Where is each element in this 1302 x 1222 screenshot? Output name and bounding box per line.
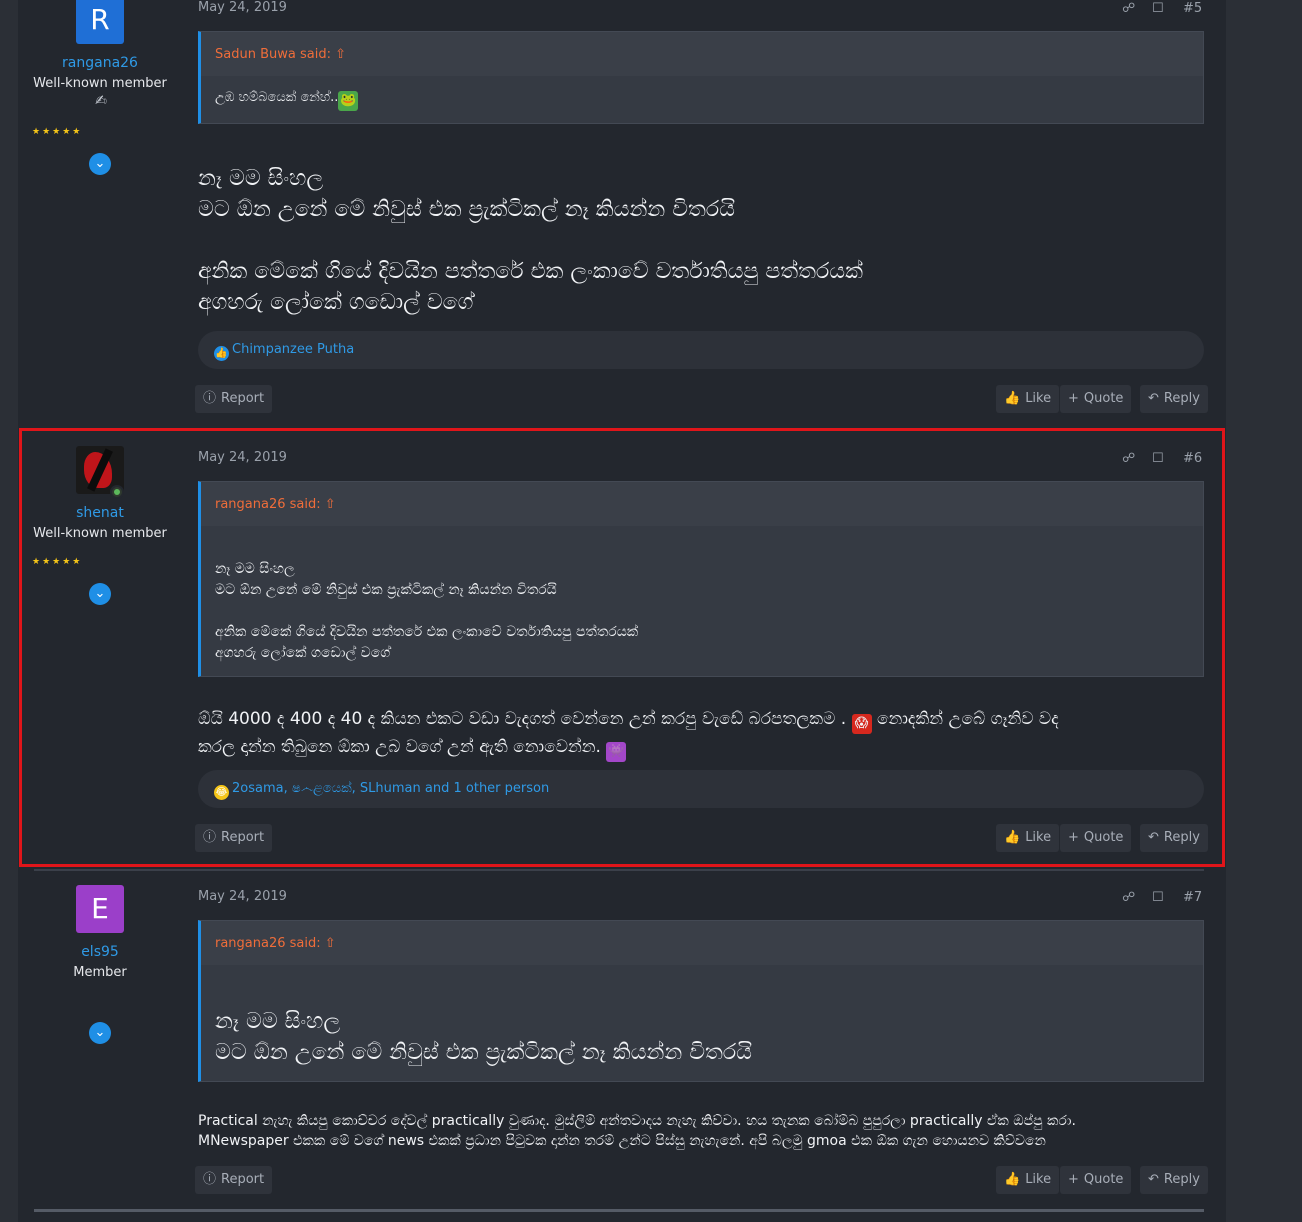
reply-button[interactable]: ↶ Reply [1140, 1166, 1208, 1194]
reactions-bar[interactable]: 👍 Chimpanzee Putha [198, 331, 1204, 369]
post-5: R rangana26 Well-known member ✍ ★★★★★ ⌄ … [18, 0, 1226, 420]
quote-block: Sadun Buwa said: ⇧ උඹ හම්බයෙක් නේහ්.. 🐸 [198, 31, 1204, 124]
quote-line: මට ඕන උනේ මේ නිවුස් එක ප්‍රැක්ටිකල් නෑ ක… [215, 1040, 752, 1065]
quote-button[interactable]: + Quote [1060, 385, 1132, 413]
reply-icon: ↶ [1148, 391, 1159, 406]
expand-chevron-icon[interactable]: ⌄ [89, 153, 111, 175]
post-header-actions: ☍ ☐ #5 [1104, 1, 1204, 19]
post-main: May 24, 2019 ☍ ☐ #7 rangana26 said: ⇧ නෑ… [195, 889, 1208, 1209]
user-stars: ★★★★★ [32, 127, 83, 137]
go-to-quote-icon[interactable]: ⇧ [335, 47, 346, 62]
username-link[interactable]: els95 [18, 944, 182, 960]
post-number[interactable]: #5 [1183, 1, 1202, 16]
quote-header[interactable]: Sadun Buwa said: ⇧ [201, 32, 1203, 76]
report-icon: ⓘ [203, 391, 217, 406]
user-cell: R rangana26 Well-known member ✍ ★★★★★ ⌄ [18, 0, 182, 420]
quote-body: නෑ මම සිංහල මට ඕන උනේ මේ නිවුස් එක ප්‍රැ… [201, 965, 1203, 1068]
message-line: MNewspaper එකක මේ වගේ news එකක් ප්‍රධාන … [198, 1133, 1046, 1149]
share-icon[interactable]: ☍ [1122, 890, 1135, 905]
quote-block: rangana26 said: ⇧ නෑ මම සිංහල මට ඕන උනේ … [198, 920, 1204, 1082]
post-number[interactable]: #7 [1183, 890, 1202, 905]
user-title: Well-known member [33, 76, 167, 91]
message-line: නෑ මම සිංහල [198, 166, 324, 191]
post-date[interactable]: May 24, 2019 [198, 889, 287, 904]
quote-author[interactable]: rangana26 said: [215, 936, 321, 951]
report-button[interactable]: ⓘ Report [195, 385, 273, 413]
message-line: Practical නැහැ කියපු කොච්චර දේවල් practi… [198, 1113, 1076, 1129]
post-separator [34, 869, 1204, 871]
reactions-text[interactable]: Chimpanzee Putha [232, 342, 354, 357]
like-button[interactable]: 👍 Like [996, 385, 1060, 413]
post-main: May 24, 2019 ☍ ☐ #5 Sadun Buwa said: ⇧ උ… [195, 0, 1208, 420]
post-message: Practical නැහැ කියපු කොච්චර දේවල් practi… [198, 1111, 1204, 1151]
like-icon: 👍 [1004, 1172, 1021, 1187]
highlight-box [19, 428, 1225, 867]
quote-line: නෑ මම සිංහල [215, 1009, 341, 1034]
like-icon: 👍 [1004, 391, 1021, 406]
avatar[interactable]: R [76, 0, 124, 44]
quote-plus-icon: + [1068, 391, 1079, 406]
bookmark-icon[interactable]: ☐ [1152, 890, 1164, 905]
reply-icon: ↶ [1148, 1172, 1159, 1187]
like-button[interactable]: 👍 Like [996, 1166, 1060, 1194]
quote-author[interactable]: Sadun Buwa said: [215, 47, 331, 62]
user-title: Member [73, 965, 127, 980]
reply-button[interactable]: ↶ Reply [1140, 385, 1208, 413]
quote-header[interactable]: rangana26 said: ⇧ [201, 921, 1203, 965]
share-icon[interactable]: ☍ [1122, 1, 1135, 16]
avatar[interactable]: E [76, 885, 124, 933]
post-date[interactable]: May 24, 2019 [198, 0, 287, 15]
report-icon: ⓘ [203, 1172, 217, 1187]
trophy-icon[interactable]: ✍ [90, 93, 112, 111]
message-line [198, 225, 1204, 256]
user-cell: E els95 Member ⌄ [18, 885, 182, 1209]
message-line: අගහරු ලෝකේ ගඩොල් වගේ [198, 290, 474, 315]
message-line: අනික මේකේ ගියේ දිවයින පත්තරේ එක ලංකාවේ ව… [198, 259, 863, 284]
post-message: නෑ මම සිංහල මට ඕන උනේ මේ නිවුස් එක ප්‍රැ… [198, 163, 1204, 318]
message-line: මට ඕන උනේ මේ නිවුස් එක ප්‍රැක්ටිකල් නෑ ක… [198, 197, 735, 222]
quote-body: උඹ හම්බයෙක් නේහ්.. 🐸 [201, 76, 1203, 111]
go-to-quote-icon[interactable]: ⇧ [325, 936, 336, 951]
frog-emoji-icon: 🐸 [338, 91, 359, 111]
bookmark-icon[interactable]: ☐ [1152, 1, 1164, 16]
expand-chevron-icon[interactable]: ⌄ [89, 1022, 111, 1044]
like-reaction-icon: 👍 [214, 346, 229, 361]
quote-button[interactable]: + Quote [1060, 1166, 1132, 1194]
page-background-right [1226, 0, 1302, 1222]
post-header-actions: ☍ ☐ #7 [1104, 890, 1204, 908]
quote-line: උඹ හම්බයෙක් නේහ්.. [215, 90, 339, 105]
quote-plus-icon: + [1068, 1172, 1079, 1187]
bottom-separator [34, 1209, 1204, 1212]
post-7: E els95 Member ⌄ May 24, 2019 ☍ ☐ #7 ran… [18, 885, 1226, 1209]
username-link[interactable]: rangana26 [18, 55, 182, 71]
report-button[interactable]: ⓘ Report [195, 1166, 273, 1194]
